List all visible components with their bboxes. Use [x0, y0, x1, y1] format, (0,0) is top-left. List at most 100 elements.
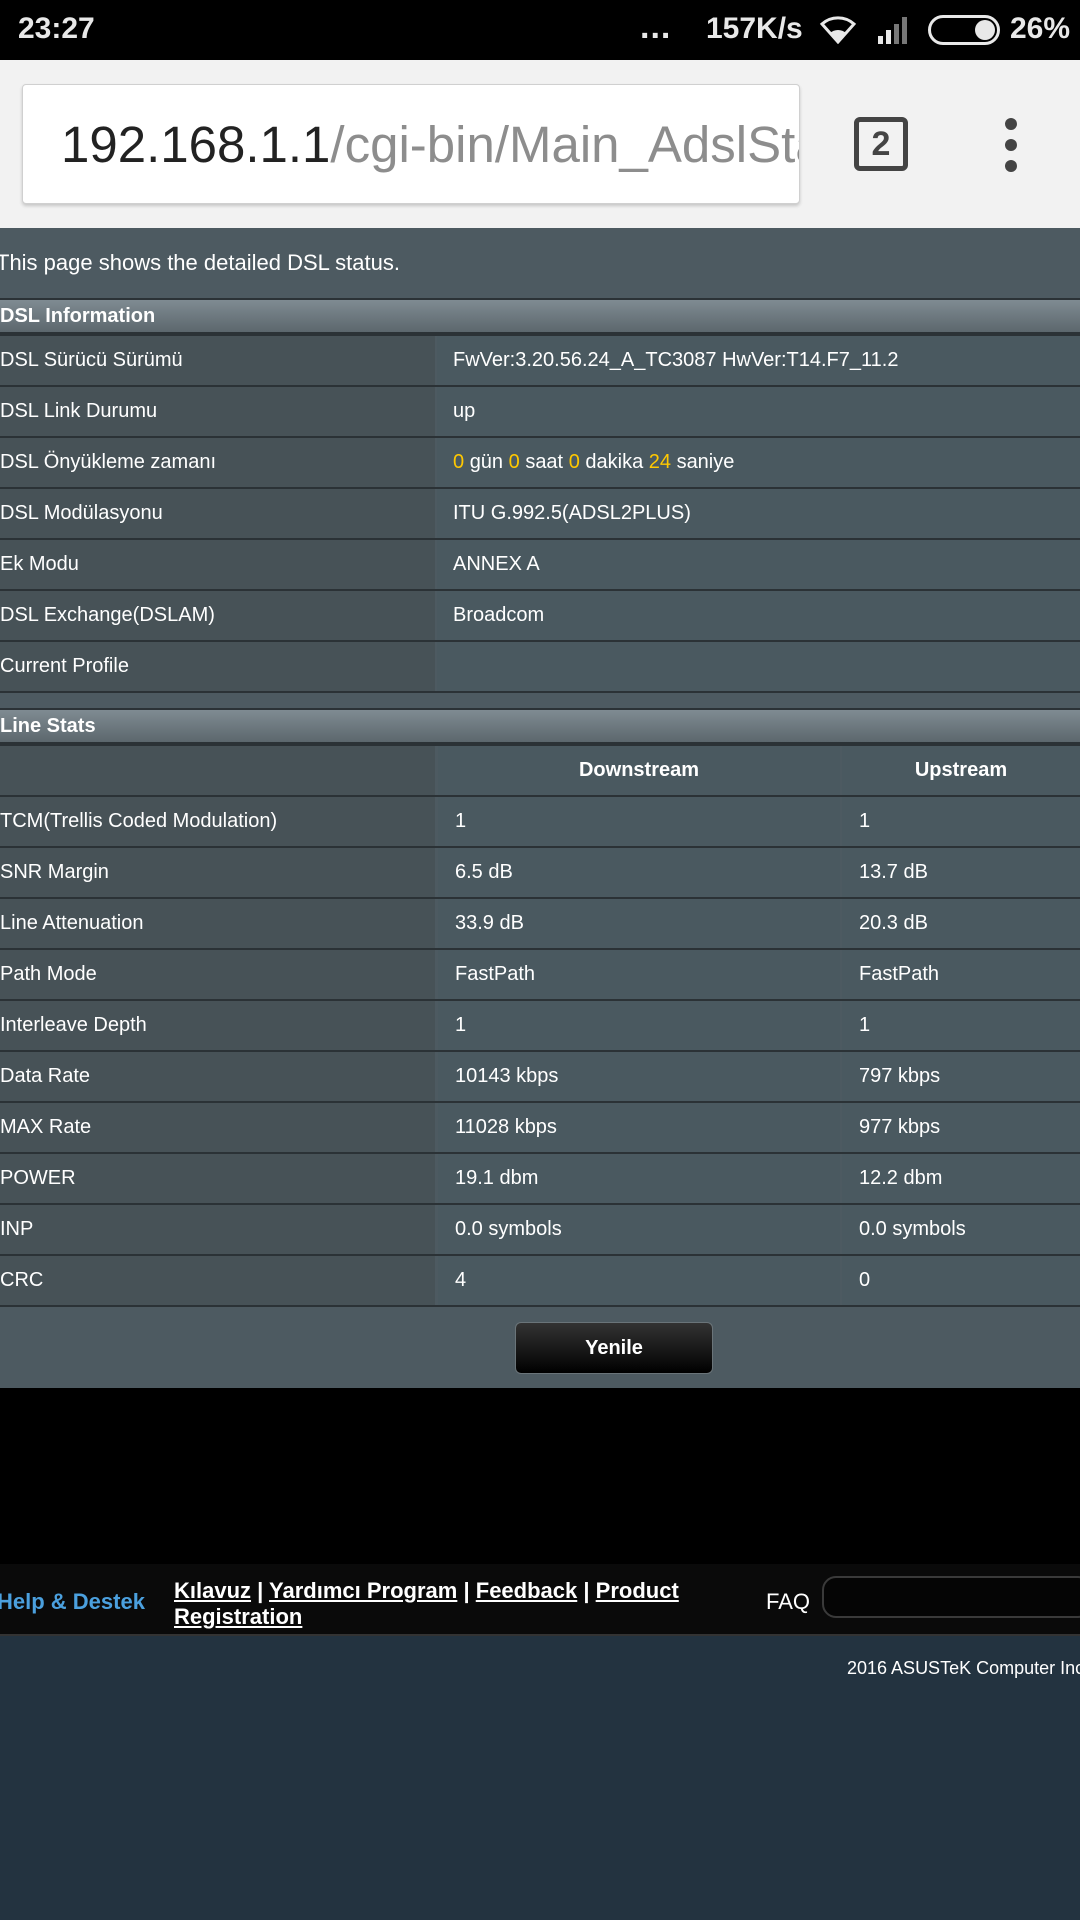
- line-stats-row: Data Rate 10143 kbps 797 kbps: [0, 1052, 1080, 1103]
- downstream-value: 11028 kbps: [438, 1103, 840, 1152]
- line-stat-label: Interleave Depth: [0, 1001, 435, 1050]
- link-separator: |: [463, 1578, 470, 1603]
- clock: 23:27: [18, 12, 95, 45]
- line-stats-row: Interleave Depth 1 1: [0, 1001, 1080, 1052]
- downstream-value: 33.9 dB: [438, 899, 840, 948]
- uptime-unit: saniye: [676, 451, 735, 473]
- address-bar[interactable]: 192.168.1.1/cgi-bin/Main_AdslSta: [22, 84, 800, 204]
- downstream-value: 0.0 symbols: [438, 1205, 840, 1254]
- downstream-value: 1: [438, 1001, 840, 1050]
- dsl-info-row: DSL Modülasyonu ITU G.992.5(ADSL2PLUS): [0, 489, 1080, 540]
- upstream-value: 977 kbps: [842, 1103, 1080, 1152]
- line-stats-row: INP 0.0 symbols 0.0 symbols: [0, 1205, 1080, 1256]
- downstream-value: FastPath: [438, 950, 840, 999]
- feedback-link[interactable]: Feedback: [476, 1578, 578, 1603]
- line-stat-label: Path Mode: [0, 950, 435, 999]
- dsl-info-row: DSL Sürücü Sürümü FwVer:3.20.56.24_A_TC30…: [0, 336, 1080, 387]
- line-stat-label: POWER: [0, 1154, 435, 1203]
- dsl-info-row: Ek Modu ANNEX A: [0, 540, 1080, 591]
- line-stats-row: POWER 19.1 dbm 12.2 dbm: [0, 1154, 1080, 1205]
- web-page: This page shows the detailed DSL status.…: [0, 228, 1080, 1920]
- line-stats-row: Path Mode FastPath FastPath: [0, 950, 1080, 1001]
- line-stat-label: SNR Margin: [0, 848, 435, 897]
- dsl-info-value: 0 gün 0 saat 0 dakika 24 saniye: [437, 438, 1080, 487]
- help-support-title: Help & Destek: [0, 1589, 145, 1614]
- tab-switcher-button[interactable]: 2: [854, 117, 908, 171]
- uptime-number: 24: [648, 451, 671, 473]
- uptime-unit: saat: [525, 451, 564, 473]
- dsl-info-label: DSL Link Durumu: [0, 387, 435, 436]
- url-host: 192.168.1.1: [61, 116, 331, 173]
- dsl-info-value: [437, 642, 1080, 691]
- empty-header-cell: [0, 746, 435, 795]
- utility-link[interactable]: Yardımcı Program: [269, 1578, 457, 1603]
- uptime-unit: gün: [469, 451, 504, 473]
- upstream-value: 1: [842, 1001, 1080, 1050]
- line-stats-row: SNR Margin 6.5 dB 13.7 dB: [0, 848, 1080, 899]
- dsl-info-row: DSL Exchange(DSLAM) Broadcom: [0, 591, 1080, 642]
- downstream-value: 6.5 dB: [438, 848, 840, 897]
- downstream-value: 19.1 dbm: [438, 1154, 840, 1203]
- uptime-number: 0: [453, 451, 465, 473]
- line-stat-label: TCM(Trellis Coded Modulation): [0, 797, 435, 846]
- dsl-info-label: DSL Sürücü Sürümü: [0, 336, 435, 385]
- uptime-number: 0: [568, 451, 580, 473]
- dsl-info-value: ITU G.992.5(ADSL2PLUS): [437, 489, 1080, 538]
- refresh-button[interactable]: Yenile: [515, 1322, 713, 1374]
- dsl-info-value: up: [437, 387, 1080, 436]
- downstream-value: 4: [438, 1256, 840, 1305]
- dsl-information-header: DSL Information: [0, 298, 1080, 334]
- line-stats-row: TCM(Trellis Coded Modulation) 1 1: [0, 797, 1080, 848]
- dsl-info-label: DSL Önyükleme zamanı: [0, 438, 435, 487]
- line-stat-label: Line Attenuation: [0, 899, 435, 948]
- dsl-info-label: Current Profile: [0, 642, 435, 691]
- upstream-value: FastPath: [842, 950, 1080, 999]
- copyright-text: 2016 ASUSTeK Computer Inc.: [847, 1658, 1080, 1678]
- battery-percent: 26%: [1010, 12, 1071, 45]
- url-path: /cgi-bin/Main_AdslSta: [330, 116, 800, 173]
- manual-link[interactable]: Kılavuz: [174, 1578, 251, 1603]
- status-bar: 23:27 ... 157K/s 26%: [0, 0, 1080, 60]
- upstream-value: 1: [842, 797, 1080, 846]
- link-separator: |: [257, 1578, 264, 1603]
- dsl-info-row: Current Profile: [0, 642, 1080, 693]
- dsl-info-row: DSL Önyükleme zamanı 0 gün 0 saat 0 dakik…: [0, 438, 1080, 489]
- dsl-info-value: ANNEX A: [437, 540, 1080, 589]
- line-stat-label: MAX Rate: [0, 1103, 435, 1152]
- dsl-info-label: Ek Modu: [0, 540, 435, 589]
- line-stats-row: MAX Rate 11028 kbps 977 kbps: [0, 1103, 1080, 1154]
- line-stats-row: CRC 4 0: [0, 1256, 1080, 1307]
- upstream-value: 0: [842, 1256, 1080, 1305]
- dsl-info-label: DSL Modülasyonu: [0, 489, 435, 538]
- link-separator: |: [583, 1578, 590, 1603]
- line-stats-row: Line Attenuation 33.9 dB 20.3 dB: [0, 899, 1080, 950]
- dsl-info-value: Broadcom: [437, 591, 1080, 640]
- faq-label: FAQ: [766, 1589, 811, 1614]
- overflow-menu-icon[interactable]: [996, 118, 1026, 178]
- battery-icon: [928, 15, 1000, 45]
- more-notifications-icon: ...: [640, 8, 672, 46]
- bottom-area: 2016 ASUSTeK Computer Inc.: [0, 1636, 1080, 1920]
- line-stat-label: INP: [0, 1205, 435, 1254]
- downstream-value: 10143 kbps: [438, 1052, 840, 1101]
- faq-search-input[interactable]: [822, 1576, 1080, 1618]
- upstream-value: 12.2 dbm: [842, 1154, 1080, 1203]
- upstream-header: Upstream: [842, 746, 1080, 795]
- dsl-info-value: FwVer:3.20.56.24_A_TC3087 HwVer:T14.F7_1…: [437, 336, 1080, 385]
- line-stats-header: Line Stats: [0, 708, 1080, 744]
- network-speed: 157K/s: [706, 12, 803, 45]
- line-stat-label: Data Rate: [0, 1052, 435, 1101]
- footer-links: Kılavuz | Yardımcı Program | Feedback | …: [174, 1578, 694, 1630]
- page-description: This page shows the detailed DSL status.: [0, 250, 400, 275]
- uptime-number: 0: [508, 451, 520, 473]
- dsl-info-row: DSL Link Durumu up: [0, 387, 1080, 438]
- upstream-value: 0.0 symbols: [842, 1205, 1080, 1254]
- cell-signal-icon: [876, 14, 912, 52]
- upstream-value: 13.7 dB: [842, 848, 1080, 897]
- line-stat-label: CRC: [0, 1256, 435, 1305]
- downstream-header: Downstream: [438, 746, 840, 795]
- wifi-icon: [818, 12, 858, 52]
- upstream-value: 797 kbps: [842, 1052, 1080, 1101]
- downstream-value: 1: [438, 797, 840, 846]
- dsl-status-panel: This page shows the detailed DSL status.…: [0, 228, 1080, 1388]
